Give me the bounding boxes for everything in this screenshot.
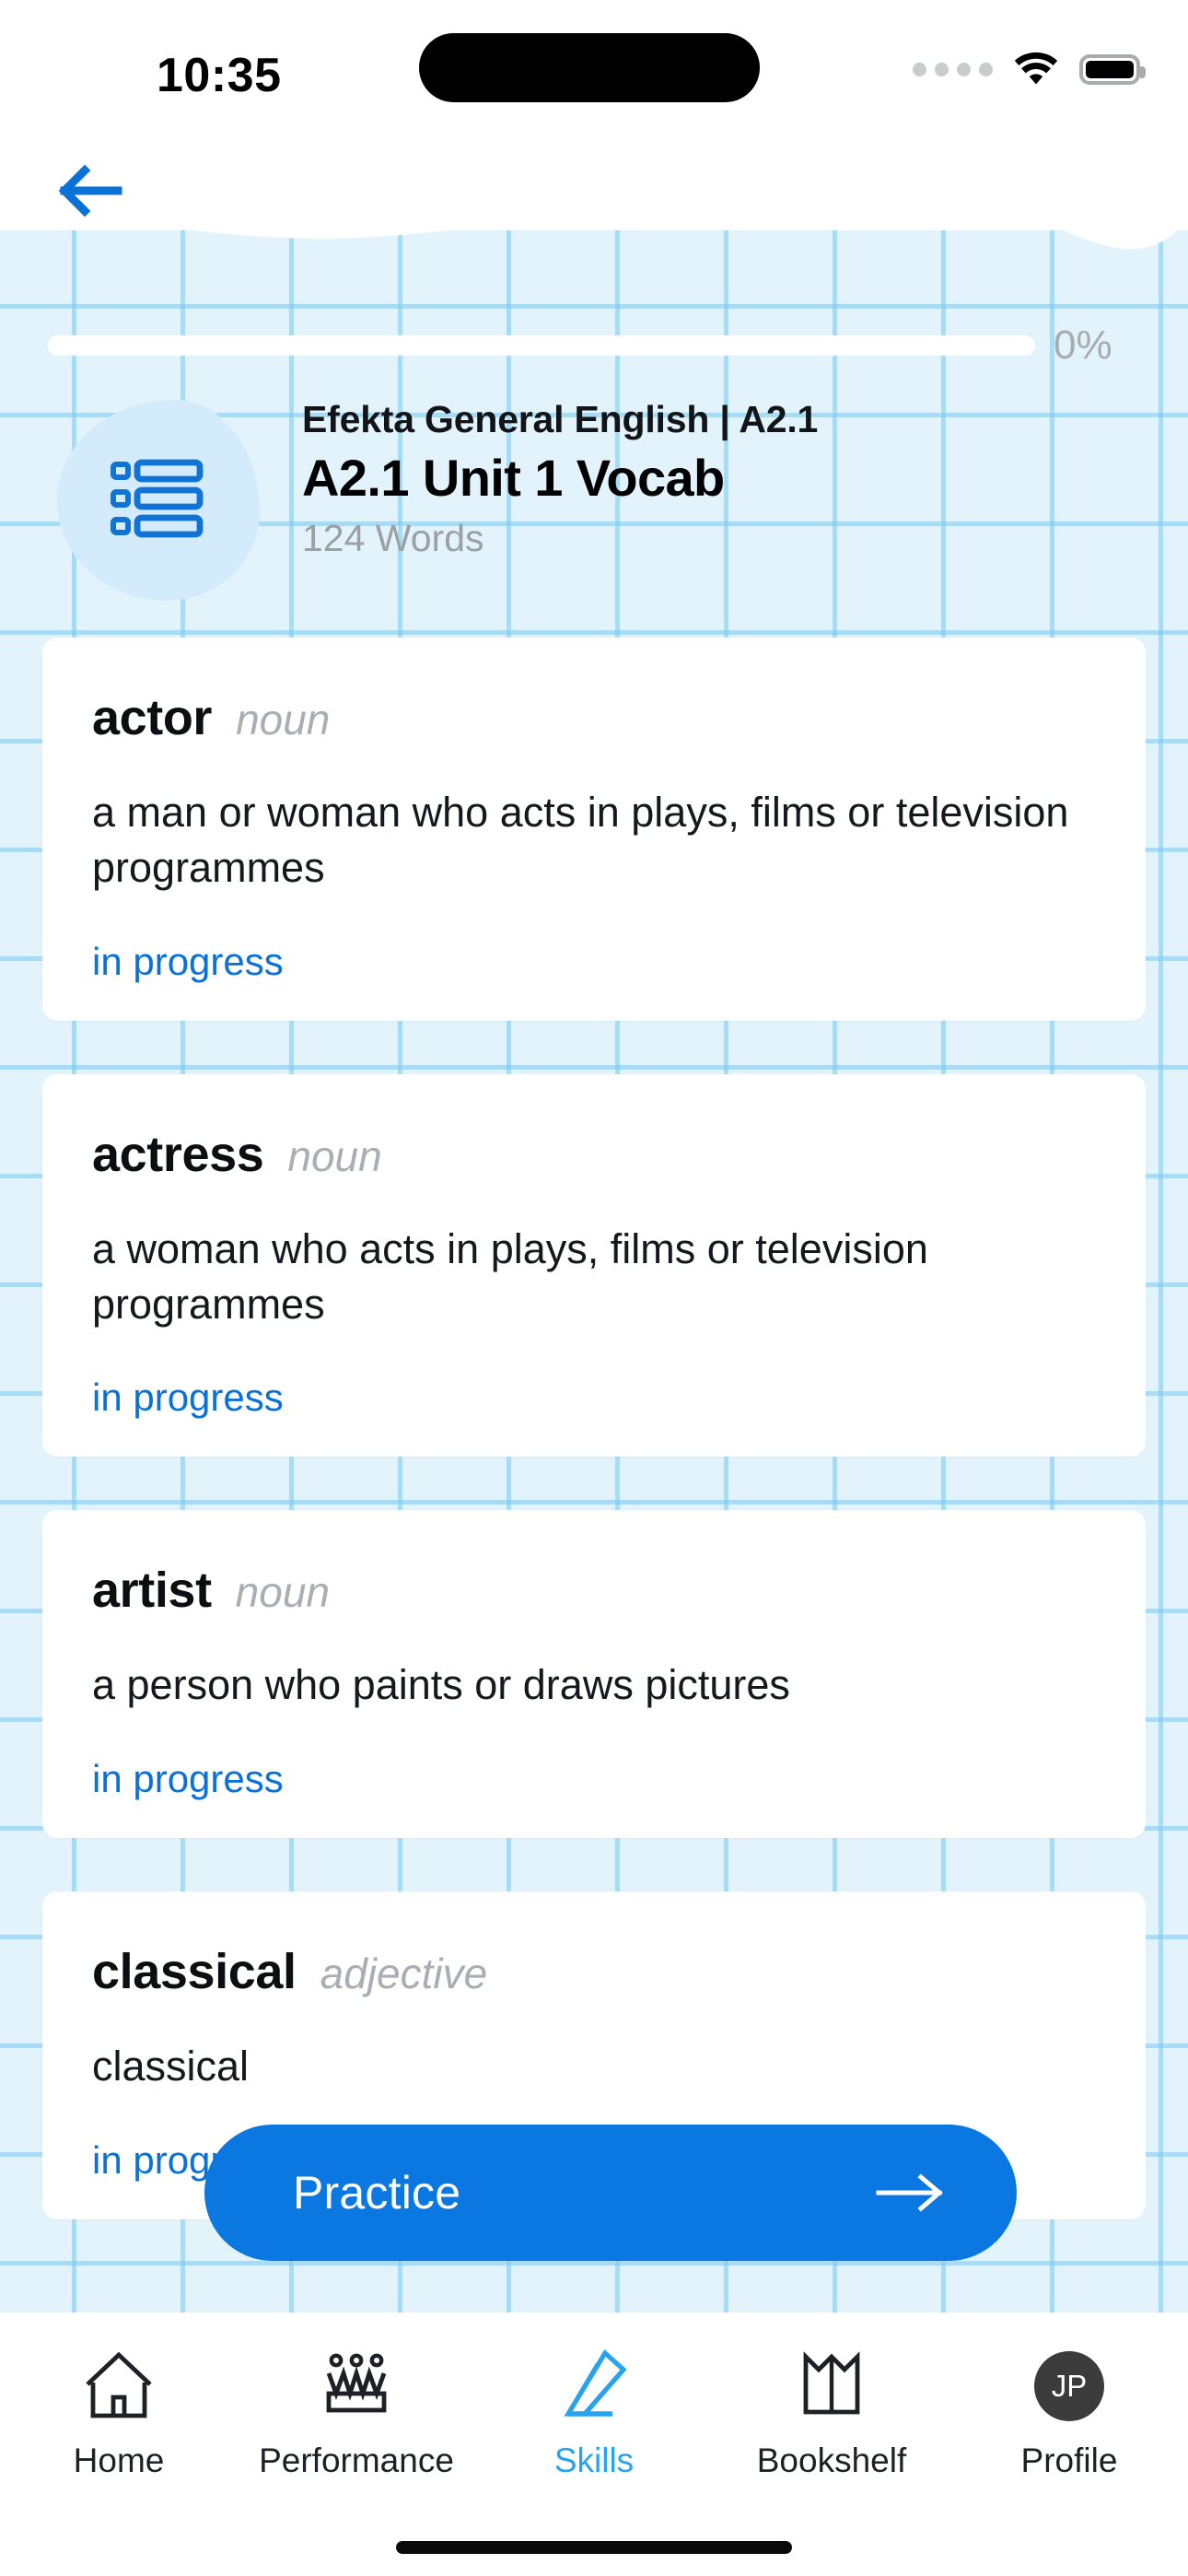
card-headline: artist noun [92, 1562, 1096, 1619]
nav-label: Bookshelf [756, 2441, 907, 2479]
course-icon-blob [57, 400, 260, 601]
nav-item-performance[interactable]: Performance [238, 2344, 475, 2480]
nav-label: Skills [553, 2441, 635, 2479]
part-of-speech: noun [235, 1568, 330, 1617]
nav-label: Profile [1020, 2441, 1118, 2479]
part-of-speech: noun [236, 696, 331, 744]
vocab-definition: a woman who acts in plays, films or tele… [92, 1224, 928, 1328]
open-book-icon [791, 2344, 872, 2429]
home-indicator [396, 2541, 792, 2554]
navigation-header [0, 157, 1188, 230]
progress-row: 0% [0, 318, 1188, 373]
part-of-speech: noun [287, 1131, 382, 1180]
nav-label: Performance [259, 2441, 454, 2479]
vocab-definition: a person who paints or draws pictures [92, 1661, 790, 1709]
card-headline: actress noun [92, 1126, 1096, 1183]
back-button[interactable] [57, 160, 136, 221]
crown-icon [316, 2344, 397, 2429]
vocab-definition: a man or woman who acts in plays, films … [92, 789, 1069, 891]
part-of-speech: adjective [320, 1950, 488, 1998]
vocab-card[interactable]: actress noun a woman who acts in plays, … [42, 1073, 1146, 1458]
progress-bar [48, 335, 1035, 356]
wifi-icon [1014, 52, 1058, 85]
status-time: 10:35 [157, 49, 282, 102]
status-bar: 10:35 [0, 0, 1188, 157]
vocab-card[interactable]: actor noun a man or woman who acts in pl… [42, 638, 1146, 1021]
nav-item-profile[interactable]: JP Profile [950, 2344, 1188, 2480]
vocab-word: classical [92, 1944, 297, 2000]
progress-percent-label: 0% [1054, 322, 1112, 368]
arrow-right-icon [876, 2173, 943, 2212]
vocab-card-list: actor noun a man or woman who acts in pl… [0, 638, 1188, 2273]
vocab-card[interactable]: artist noun a person who paints or draws… [42, 1510, 1146, 1839]
list-icon [111, 459, 204, 538]
nav-item-bookshelf[interactable]: Bookshelf [713, 2344, 950, 2480]
avatar-icon: JP [1034, 2344, 1104, 2429]
vocab-word: actress [92, 1126, 264, 1182]
vocab-word: actor [92, 690, 213, 745]
nav-label: Home [73, 2441, 165, 2479]
avatar: JP [1034, 2351, 1104, 2421]
practice-button-label: Practice [293, 2167, 461, 2219]
page-title: A2.1 Unit 1 Vocab [302, 449, 725, 507]
bottom-navigation-bar: Home Performance Skills Bookshelf JP Pro… [0, 2313, 1188, 2576]
arrow-left-icon [58, 164, 122, 217]
battery-full-icon [1079, 53, 1146, 85]
status-badge: in progress [92, 1757, 284, 1801]
signal-dots-icon [913, 62, 993, 76]
course-header: Efekta General English | A2.1 A2.1 Unit … [0, 387, 1188, 608]
vocab-word: artist [92, 1563, 212, 1619]
status-badge: in progress [92, 1376, 284, 1420]
pencil-icon [553, 2344, 635, 2429]
dynamic-island [419, 33, 760, 102]
home-icon [78, 2344, 159, 2429]
practice-button[interactable]: Practice [204, 2125, 1017, 2261]
nav-item-skills[interactable]: Skills [475, 2344, 713, 2480]
nav-item-home[interactable]: Home [0, 2344, 238, 2480]
course-text-block: Efekta General English | A2.1 A2.1 Unit … [302, 398, 818, 560]
word-count-label: 124 Words [302, 517, 484, 559]
status-badge: in progress [92, 939, 284, 983]
vocab-definition: classical [92, 2043, 250, 2090]
card-headline: actor noun [92, 689, 1096, 746]
status-indicators [913, 52, 1146, 87]
course-breadcrumb: Efekta General English | A2.1 [302, 398, 819, 440]
card-headline: classical adjective [92, 1943, 1096, 2000]
